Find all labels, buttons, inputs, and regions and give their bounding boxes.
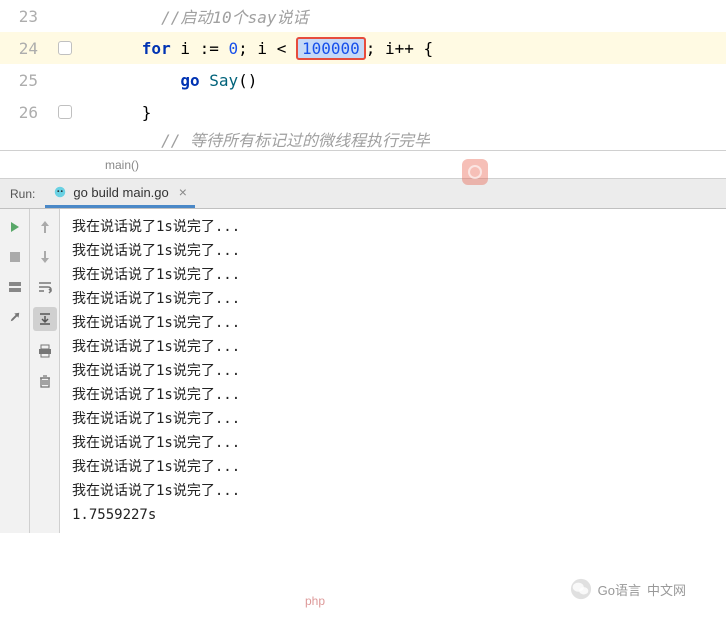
run-panel: Run: go build main.go × 我在说话说了1s说完了... 我… bbox=[0, 179, 726, 533]
delete-button[interactable] bbox=[35, 371, 55, 391]
code-comment: //启动10个say说话 bbox=[161, 8, 308, 27]
scroll-to-end-button[interactable] bbox=[33, 307, 57, 331]
console-line: 我在说话说了1s说完了... bbox=[72, 287, 714, 311]
console-line: 我在说话说了1s说完了... bbox=[72, 239, 714, 263]
wechat-icon bbox=[570, 578, 592, 600]
breadcrumb[interactable]: main() bbox=[0, 151, 726, 179]
console-line: 我在说话说了1s说完了... bbox=[72, 455, 714, 479]
go-file-icon bbox=[53, 185, 67, 199]
rerun-button[interactable] bbox=[5, 217, 25, 237]
tab-label: go build main.go bbox=[73, 185, 168, 200]
code-editor[interactable]: 23 //启动10个say说话 24 for i := 0; i < 10000… bbox=[0, 0, 726, 151]
console-output[interactable]: 我在说话说了1s说完了... 我在说话说了1s说完了... 我在说话说了1s说完… bbox=[60, 209, 726, 533]
gutter[interactable] bbox=[50, 105, 80, 119]
layout-button[interactable] bbox=[5, 277, 25, 297]
console-line: 我在说话说了1s说完了... bbox=[72, 359, 714, 383]
gutter[interactable] bbox=[50, 41, 80, 55]
console-line: 我在说话说了1s说完了... bbox=[72, 479, 714, 503]
console-line: 我在说话说了1s说完了... bbox=[72, 215, 714, 239]
run-body: 我在说话说了1s说完了... 我在说话说了1s说完了... 我在说话说了1s说完… bbox=[0, 209, 726, 533]
line-number: 23 bbox=[0, 7, 50, 26]
run-tab[interactable]: go build main.go × bbox=[45, 179, 195, 208]
fold-icon[interactable] bbox=[58, 105, 72, 119]
console-time: 1.7559227s bbox=[72, 503, 714, 527]
watermark-center: php bbox=[305, 594, 325, 608]
print-button[interactable] bbox=[35, 341, 55, 361]
code-line-truncated: // 等待所有标记过的微线程执行完毕 bbox=[0, 128, 726, 150]
wrap-button[interactable] bbox=[35, 277, 55, 297]
watermark-red-icon bbox=[460, 157, 490, 187]
line-number: 25 bbox=[0, 71, 50, 90]
console-line: 我在说话说了1s说完了... bbox=[72, 407, 714, 431]
up-arrow-button[interactable] bbox=[35, 217, 55, 237]
line-number: 24 bbox=[0, 39, 50, 58]
console-line: 我在说话说了1s说完了... bbox=[72, 311, 714, 335]
fold-icon[interactable] bbox=[58, 41, 72, 55]
down-arrow-button[interactable] bbox=[35, 247, 55, 267]
run-label: Run: bbox=[0, 187, 45, 201]
run-header: Run: go build main.go × bbox=[0, 179, 726, 209]
code-line-26[interactable]: 26 } bbox=[0, 96, 726, 128]
console-line: 我在说话说了1s说完了... bbox=[72, 335, 714, 359]
code-line-24[interactable]: 24 for i := 0; i < 100000; i++ { bbox=[0, 32, 726, 64]
breadcrumb-item[interactable]: main() bbox=[105, 158, 139, 172]
run-toolbar-primary bbox=[0, 209, 30, 533]
console-line: 我在说话说了1s说完了... bbox=[72, 263, 714, 287]
stop-button[interactable] bbox=[5, 247, 25, 267]
highlighted-number: 100000 bbox=[296, 37, 366, 60]
console-line: 我在说话说了1s说完了... bbox=[72, 383, 714, 407]
code-line-23[interactable]: 23 //启动10个say说话 bbox=[0, 0, 726, 32]
code-line-25[interactable]: 25 go Say() bbox=[0, 64, 726, 96]
pin-button[interactable] bbox=[5, 307, 25, 327]
watermark: Go语言中文网 bbox=[570, 578, 686, 600]
line-number: 26 bbox=[0, 103, 50, 122]
run-toolbar-secondary bbox=[30, 209, 60, 533]
close-icon[interactable]: × bbox=[179, 184, 187, 200]
console-line: 我在说话说了1s说完了... bbox=[72, 431, 714, 455]
